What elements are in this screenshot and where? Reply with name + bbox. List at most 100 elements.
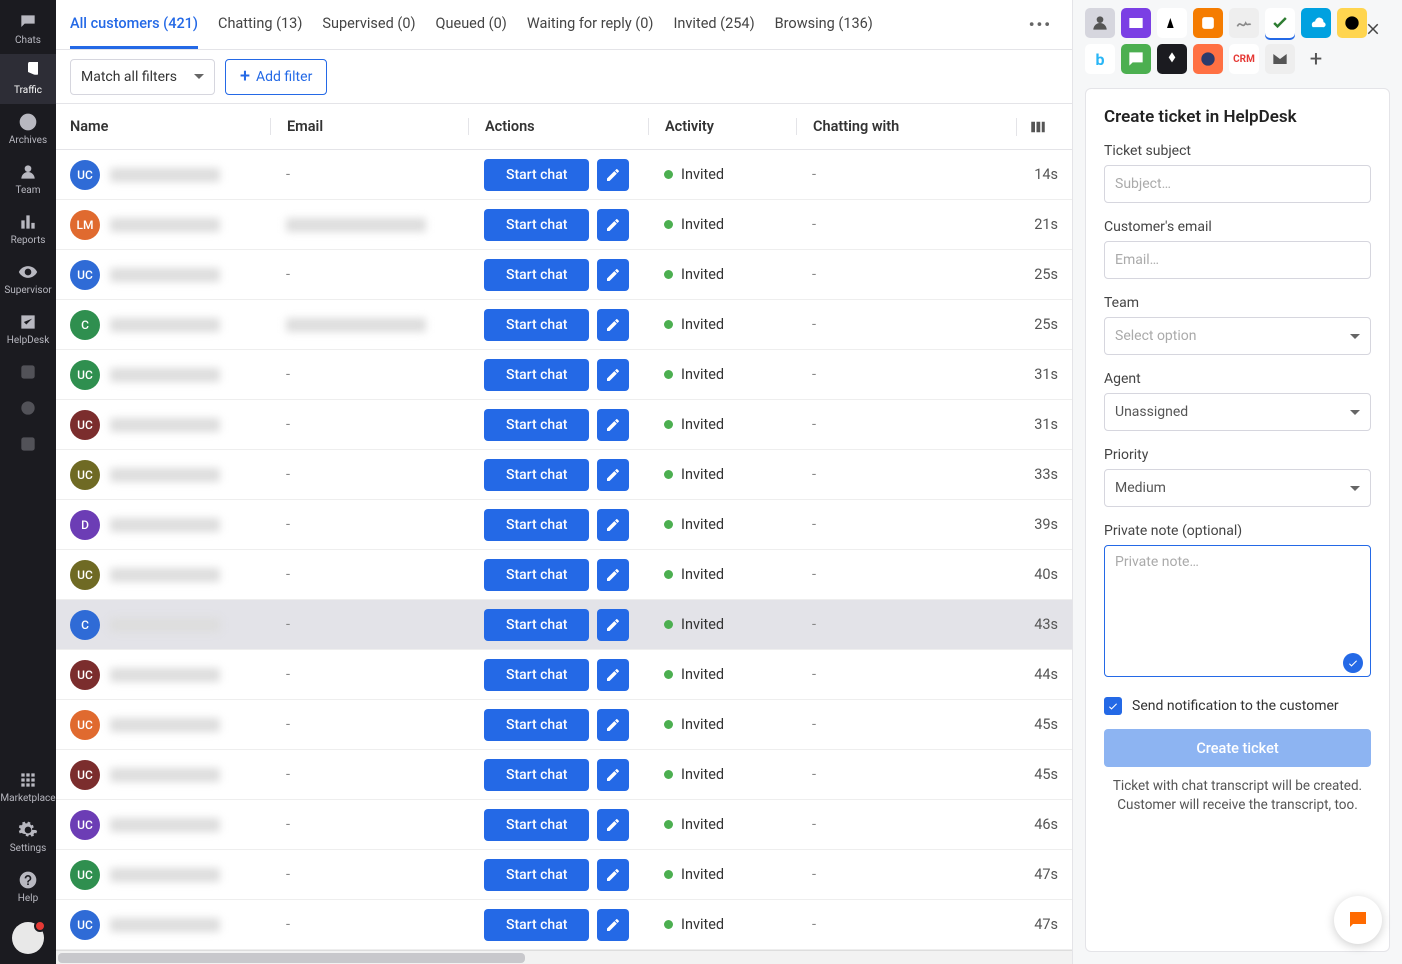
tab[interactable]: Supervised (0) (322, 1, 415, 49)
edit-button[interactable] (597, 509, 629, 541)
integration-tile-sales[interactable] (1301, 8, 1331, 38)
add-filter-button[interactable]: + Add filter (225, 59, 327, 95)
table-row[interactable]: UC-Start chatInvited-31s (56, 350, 1072, 400)
integration-tile-crm[interactable]: CRM (1229, 44, 1259, 74)
tab[interactable]: Waiting for reply (0) (527, 1, 654, 49)
start-chat-button[interactable]: Start chat (484, 709, 589, 741)
tabs-more-button[interactable]: ••• (1023, 9, 1058, 40)
tab[interactable]: Browsing (136) (775, 1, 873, 49)
nav-item-help[interactable]: Help (0, 862, 56, 912)
start-chat-button[interactable]: Start chat (484, 859, 589, 891)
edit-button[interactable] (597, 359, 629, 391)
start-chat-button[interactable]: Start chat (484, 659, 589, 691)
col-chatting-header[interactable]: Chatting with (796, 118, 1016, 135)
nav-item-dim1[interactable] (0, 354, 56, 390)
edit-button[interactable] (597, 809, 629, 841)
nav-item-settings[interactable]: Settings (0, 812, 56, 862)
edit-button[interactable] (597, 409, 629, 441)
edit-button[interactable] (597, 559, 629, 591)
col-actions-header[interactable]: Actions (468, 118, 648, 135)
nav-item-reports[interactable]: Reports (0, 204, 56, 254)
table-row[interactable]: C-Start chatInvited-43s (56, 600, 1072, 650)
start-chat-button[interactable]: Start chat (484, 359, 589, 391)
nav-item-dim3[interactable] (0, 426, 56, 462)
priority-select[interactable]: Medium (1104, 469, 1371, 507)
col-name-header[interactable]: Name (70, 118, 270, 135)
table-row[interactable]: UC-Start chatInvited-47s (56, 900, 1072, 950)
edit-button[interactable] (597, 259, 629, 291)
start-chat-button[interactable]: Start chat (484, 259, 589, 291)
table-row[interactable]: UC-Start chatInvited-33s (56, 450, 1072, 500)
start-chat-button[interactable]: Start chat (484, 509, 589, 541)
integration-tile-dog[interactable] (1157, 8, 1187, 38)
subject-input[interactable] (1104, 165, 1371, 203)
integration-tile-sig[interactable] (1229, 8, 1259, 38)
match-filter-select[interactable]: Match all filters (70, 59, 215, 95)
table-row[interactable]: UC-Start chatInvited-45s (56, 700, 1072, 750)
start-chat-button[interactable]: Start chat (484, 459, 589, 491)
edit-button[interactable] (597, 709, 629, 741)
start-chat-button[interactable]: Start chat (484, 309, 589, 341)
edit-button[interactable] (597, 759, 629, 791)
integration-tile-check[interactable] (1265, 8, 1295, 38)
integration-tile-blogger[interactable] (1193, 8, 1223, 38)
nav-item-chats[interactable]: Chats (0, 4, 56, 54)
edit-button[interactable] (597, 659, 629, 691)
col-email-header[interactable]: Email (270, 118, 468, 135)
columns-toggle-button[interactable] (1016, 118, 1058, 136)
close-panel-button[interactable] (1358, 14, 1388, 44)
edit-button[interactable] (597, 609, 629, 641)
nav-item-team[interactable]: Team (0, 154, 56, 204)
col-activity-header[interactable]: Activity (648, 118, 796, 135)
table-row[interactable]: UC-Start chatInvited-25s (56, 250, 1072, 300)
nav-item-archives[interactable]: Archives (0, 104, 56, 154)
edit-button[interactable] (597, 309, 629, 341)
table-row[interactable]: UC-Start chatInvited-31s (56, 400, 1072, 450)
tab[interactable]: Chatting (13) (218, 1, 302, 49)
tab[interactable]: Invited (254) (673, 1, 754, 49)
integration-tile-person[interactable] (1085, 8, 1115, 38)
start-chat-button[interactable]: Start chat (484, 559, 589, 591)
table-row[interactable]: UC-Start chatInvited-14s (56, 150, 1072, 200)
table-row[interactable]: UC-Start chatInvited-47s (56, 850, 1072, 900)
start-chat-button[interactable]: Start chat (484, 209, 589, 241)
user-avatar[interactable] (12, 922, 44, 954)
edit-button[interactable] (597, 459, 629, 491)
integration-tile-proton[interactable] (1121, 8, 1151, 38)
create-ticket-button[interactable]: Create ticket (1104, 729, 1371, 767)
integration-tile-circle[interactable] (1193, 44, 1223, 74)
nav-item-traffic[interactable]: Traffic (0, 54, 56, 104)
horizontal-scrollbar[interactable] (56, 950, 1072, 964)
integration-tile-b[interactable]: b (1085, 44, 1115, 74)
integration-tile-envelope[interactable] (1265, 44, 1295, 74)
table-row[interactable]: UC-Start chatInvited-46s (56, 800, 1072, 850)
add-integration-button[interactable]: + (1301, 44, 1331, 74)
start-chat-button[interactable]: Start chat (484, 609, 589, 641)
agent-select[interactable]: Unassigned (1104, 393, 1371, 431)
start-chat-button[interactable]: Start chat (484, 759, 589, 791)
email-input[interactable] (1104, 241, 1371, 279)
tab[interactable]: All customers (421) (70, 1, 198, 49)
start-chat-button[interactable]: Start chat (484, 909, 589, 941)
table-row[interactable]: LMStart chatInvited-21s (56, 200, 1072, 250)
team-select[interactable]: Select option (1104, 317, 1371, 355)
edit-button[interactable] (597, 209, 629, 241)
table-row[interactable]: UC-Start chatInvited-44s (56, 650, 1072, 700)
nav-item-marketplace[interactable]: Marketplace (0, 762, 56, 812)
start-chat-button[interactable]: Start chat (484, 409, 589, 441)
note-textarea[interactable] (1104, 545, 1371, 677)
notify-checkbox[interactable] (1104, 697, 1122, 715)
chat-fab-button[interactable] (1334, 896, 1382, 944)
table-row[interactable]: CStart chatInvited-25s (56, 300, 1072, 350)
start-chat-button[interactable]: Start chat (484, 809, 589, 841)
nav-item-supervisor[interactable]: Supervisor (0, 254, 56, 304)
table-row[interactable]: D-Start chatInvited-39s (56, 500, 1072, 550)
edit-button[interactable] (597, 159, 629, 191)
nav-item-dim2[interactable] (0, 390, 56, 426)
tab[interactable]: Queued (0) (436, 1, 507, 49)
table-row[interactable]: UC-Start chatInvited-40s (56, 550, 1072, 600)
edit-button[interactable] (597, 909, 629, 941)
integration-tile-msg[interactable] (1121, 44, 1151, 74)
nav-item-helpdesk[interactable]: HelpDesk (0, 304, 56, 354)
start-chat-button[interactable]: Start chat (484, 159, 589, 191)
